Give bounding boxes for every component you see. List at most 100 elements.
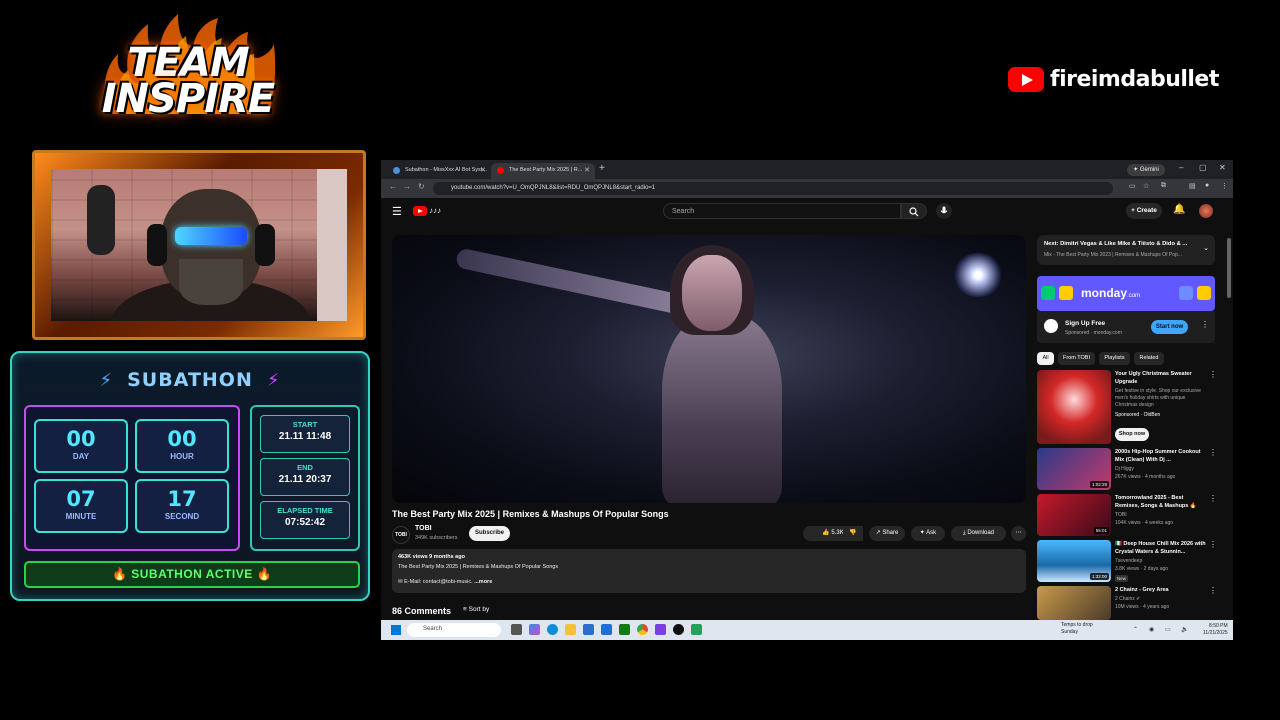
filter-all[interactable]: All: [1037, 352, 1054, 365]
show-more-link[interactable]: ...more: [474, 579, 492, 585]
store-icon[interactable]: [583, 624, 594, 635]
video-thumbnail[interactable]: [1037, 370, 1111, 444]
menu-icon[interactable]: ⋮: [1221, 182, 1228, 190]
channel-avatar[interactable]: TOBI: [392, 526, 410, 544]
close-icon[interactable]: ✕: [584, 166, 590, 174]
search-icon: [909, 207, 919, 217]
gemini-button[interactable]: ✦ Gemini: [1127, 164, 1165, 176]
webcam-frame: [32, 150, 366, 340]
battery-icon[interactable]: ▭: [1165, 626, 1171, 633]
more-icon[interactable]: ⋮: [1201, 320, 1209, 329]
ad-card[interactable]: Sign Up Free Sponsored · monday.com Star…: [1037, 311, 1215, 343]
minimize-icon[interactable]: –: [1179, 163, 1183, 172]
ad-cta-button[interactable]: Start now: [1151, 320, 1188, 334]
weather-widget[interactable]: Temps to drop Sunday: [1061, 622, 1093, 636]
extensions-icon[interactable]: ⧉: [1161, 182, 1166, 190]
subscriber-count: 349K subscribers: [415, 535, 458, 541]
app-icon[interactable]: [691, 624, 702, 635]
tab-subathon[interactable]: Subathon - MissXxx AI Bot Syst... ✕: [387, 163, 491, 179]
tab-youtube[interactable]: The Best Party Mix 2025 | R... ✕: [491, 163, 595, 179]
chevron-down-icon[interactable]: ⌄: [1203, 244, 1209, 252]
more-actions-icon[interactable]: ⋯: [1011, 526, 1026, 541]
view-stats: 463K views 9 months ago: [398, 554, 465, 560]
chevron-up-icon[interactable]: ⌃: [1133, 626, 1138, 633]
video-thumbnail[interactable]: 1:32:00: [1037, 540, 1111, 582]
ask-button[interactable]: ✦ Ask: [911, 526, 945, 541]
video-thumbnail[interactable]: 1:02:29: [1037, 448, 1111, 490]
avatar[interactable]: [1199, 204, 1213, 218]
volume-icon[interactable]: 🔈: [1181, 626, 1188, 633]
sort-by-button[interactable]: ≡ Sort by: [463, 606, 489, 613]
copilot-icon[interactable]: [529, 624, 540, 635]
streamer-glasses: [175, 227, 247, 245]
taskbar-clock[interactable]: 8:50 PM 11/21/2025: [1203, 623, 1228, 637]
bell-icon[interactable]: 🔔: [1173, 204, 1185, 215]
subscribe-button[interactable]: Subscribe: [469, 526, 510, 541]
edge-icon[interactable]: [547, 624, 558, 635]
forward-icon[interactable]: →: [403, 182, 411, 191]
ad-banner[interactable]: monday.com: [1037, 276, 1215, 311]
dislike-button[interactable]: 👎: [843, 526, 863, 541]
close-icon[interactable]: ✕: [480, 166, 486, 174]
video-thumbnail[interactable]: [1037, 586, 1111, 620]
youtube-logo-icon[interactable]: [413, 206, 427, 216]
url-field[interactable]: youtube.com/watch?v=U_OmQPJNL8&list=RDU_…: [433, 182, 1113, 195]
youtube-icon: [497, 167, 504, 174]
channel-name-link[interactable]: TOBI: [415, 525, 432, 532]
timer-hour: 00 HOUR: [135, 419, 229, 473]
hamburger-icon[interactable]: ☰: [392, 205, 402, 218]
subathon-status: 🔥 SUBATHON ACTIVE 🔥: [24, 561, 360, 588]
task-view-icon[interactable]: [511, 624, 522, 635]
create-button[interactable]: + Create: [1126, 203, 1162, 219]
profile-icon[interactable]: ●: [1205, 182, 1209, 189]
end-time: END 21.11 20:37: [260, 458, 350, 496]
download-button[interactable]: ⤓ Download: [951, 526, 1006, 541]
reload-icon[interactable]: ↻: [418, 182, 425, 191]
more-icon[interactable]: ⋮: [1209, 448, 1217, 457]
back-icon[interactable]: ←: [389, 182, 397, 191]
maximize-icon[interactable]: ▢: [1199, 163, 1207, 172]
recommendation-item[interactable]: Your Ugly Christmas Sweater Upgrade Get …: [1037, 370, 1227, 446]
twitch-icon[interactable]: [655, 624, 666, 635]
video-player[interactable]: [392, 235, 1026, 503]
next-up-card[interactable]: Next: Dimitri Vegas & Like Mike & Tiësto…: [1037, 235, 1215, 265]
recommendation-item[interactable]: 1:02:29 2000s Hip-Hop Summer Cookout Mix…: [1037, 448, 1227, 492]
search-button[interactable]: [901, 203, 927, 219]
youtube-wordmark[interactable]: ♪♪♪: [429, 206, 441, 215]
youtube-header: ☰ ♪♪♪ Search + Create 🔔: [381, 198, 1233, 298]
cast-icon[interactable]: ▭: [1129, 182, 1136, 190]
bookmark-icon[interactable]: ☆: [1143, 182, 1149, 190]
filter-related[interactable]: Related: [1134, 352, 1164, 365]
mail-icon[interactable]: [601, 624, 612, 635]
voice-search-button[interactable]: [936, 203, 952, 219]
ad-brand-icon: [1044, 319, 1058, 333]
new-tab-icon[interactable]: +: [599, 163, 605, 174]
recommendation-item[interactable]: 2 Chainz - Grey Area 2 Chainz ✔ 10M view…: [1037, 586, 1227, 620]
recommendation-item[interactable]: 55:01 Tomorrowland 2025 - Best Remixes, …: [1037, 494, 1227, 538]
share-button[interactable]: ↗ Share: [869, 526, 905, 541]
close-window-icon[interactable]: ✕: [1219, 163, 1226, 172]
recommendation-item[interactable]: 1:32:00 🇮🇹 Deep House Chill Mix 2026 wit…: [1037, 540, 1227, 584]
scrollbar[interactable]: [1227, 238, 1231, 298]
video-thumbnail[interactable]: 55:01: [1037, 494, 1111, 536]
more-icon[interactable]: ⋮: [1209, 586, 1217, 595]
more-icon[interactable]: ⋮: [1209, 540, 1217, 549]
webcam-feed: [51, 169, 347, 321]
search-input[interactable]: Search: [663, 203, 901, 219]
chrome-icon[interactable]: [637, 624, 648, 635]
windows-start-icon[interactable]: [391, 625, 401, 635]
filter-from-tobi[interactable]: From TOBI: [1058, 352, 1095, 365]
tab-bar: Subathon - MissXxx AI Bot Syst... ✕ The B…: [381, 160, 1233, 179]
taskbar-search[interactable]: Search: [407, 623, 501, 637]
xbox-icon[interactable]: [619, 624, 630, 635]
more-icon[interactable]: ⋮: [1209, 370, 1217, 379]
filter-playlists[interactable]: Playlists: [1099, 352, 1130, 365]
file-explorer-icon[interactable]: [565, 624, 576, 635]
microphone-icon: [940, 206, 948, 214]
more-icon[interactable]: ⋮: [1209, 494, 1217, 503]
shop-now-button[interactable]: Shop now: [1115, 428, 1149, 441]
description-box[interactable]: 463K views 9 months ago The Best Party M…: [392, 549, 1026, 593]
app-icon[interactable]: [673, 624, 684, 635]
sidebar-icon[interactable]: ▤: [1189, 182, 1196, 190]
network-icon[interactable]: ◉: [1149, 626, 1154, 633]
